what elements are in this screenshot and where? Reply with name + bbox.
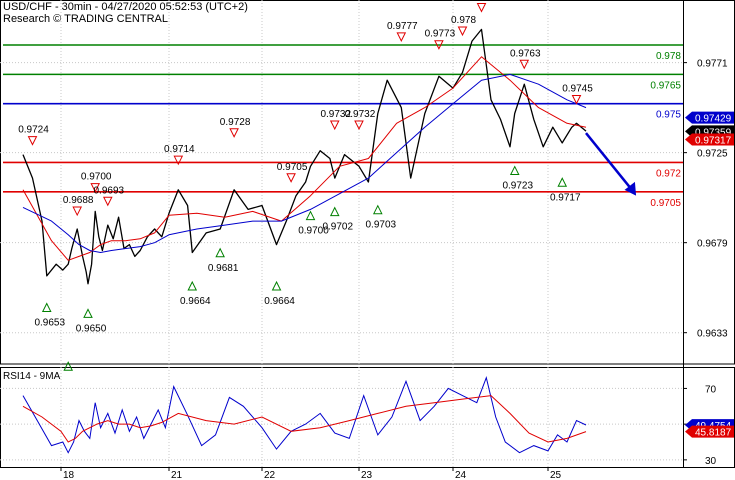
- swing-low-label: 0.9650: [76, 323, 107, 334]
- swing-high-label: 0.9693: [94, 185, 125, 196]
- swing-low-marker: [215, 247, 225, 258]
- swing-high-marker: [102, 196, 113, 207]
- x-tick-label: 23: [361, 470, 373, 480]
- swing-low-marker: [63, 361, 74, 371]
- rsi-y-tick-label: 30: [705, 456, 717, 467]
- swing-low-label: 0.9664: [264, 296, 295, 307]
- chart-title: USD/CHF - 30min - 04/27/2020 05:52:53 (U…: [3, 1, 248, 13]
- price-tag-label: 45.8187: [695, 428, 732, 439]
- swing-high-label: 0.9688: [63, 195, 94, 206]
- level-label: 0.9765: [650, 80, 681, 91]
- swing-low-label: 0.9653: [34, 318, 65, 329]
- swing-high-label: 0.9714: [164, 144, 195, 155]
- swing-high-marker: [457, 26, 468, 37]
- chart-canvas: 0.97710.97250.96790.96331821222324257050…: [0, 0, 735, 480]
- main-y-tick-label: 0.9725: [697, 149, 728, 160]
- x-tick-label: 25: [550, 470, 562, 480]
- swing-low-marker: [83, 308, 93, 318]
- price-tag-label: 0.97317: [695, 136, 732, 147]
- swing-high-label: 0.9773: [425, 29, 456, 40]
- swing-low-label: 0.9681: [208, 263, 239, 274]
- swing-high-marker: [396, 32, 407, 42]
- x-tick-label: 22: [264, 470, 276, 480]
- chart-subtitle: Research © TRADING CENTRAL: [3, 13, 168, 25]
- swing-low-marker: [271, 280, 282, 291]
- swing-high-marker: [286, 173, 296, 183]
- main-y-tick-label: 0.9771: [697, 59, 728, 70]
- swing-low-label: 0.9723: [502, 181, 533, 192]
- level-label: 0.972: [656, 168, 681, 179]
- level-label: 0.978: [656, 51, 681, 62]
- swing-high-marker: [72, 206, 83, 217]
- swing-low-label: 0.9717: [550, 192, 581, 203]
- swing-high-marker: [519, 59, 530, 70]
- swing-high-marker: [476, 3, 487, 13]
- swing-low-marker: [41, 302, 52, 313]
- swing-high-label: 0.9777: [387, 21, 418, 32]
- swing-low-label: 0.9703: [366, 220, 397, 231]
- rsi-y-tick-label: 70: [705, 384, 717, 395]
- rsi-panel-frame: [0, 367, 735, 468]
- swing-high-label: 0.9728: [220, 117, 251, 128]
- rsi-title: RSI14 - 9MA: [3, 371, 61, 382]
- swing-low-marker: [187, 280, 198, 291]
- series-price: [22, 28, 587, 285]
- swing-high-label: 0.9724: [18, 125, 49, 136]
- swing-high-marker: [229, 128, 239, 138]
- swing-low-marker: [509, 165, 520, 176]
- level-label: 0.9705: [650, 198, 681, 209]
- swing-high-marker: [354, 120, 364, 131]
- swing-low-label: 0.9702: [322, 222, 353, 233]
- swing-high-label: 0.9745: [562, 84, 593, 95]
- x-tick-label: 24: [455, 470, 467, 480]
- swing-low-marker: [557, 177, 568, 187]
- main-y-tick-label: 0.9679: [697, 239, 728, 250]
- series-rsi_ma: [22, 395, 587, 443]
- swing-low-label: 0.9664: [180, 296, 211, 307]
- swing-low-marker: [372, 204, 383, 215]
- swing-high-label: 0.9763: [510, 48, 541, 59]
- swing-low-marker: [329, 206, 340, 217]
- swing-low-marker: [305, 210, 316, 221]
- swing-high-label: 0.9732: [345, 109, 376, 120]
- x-tick-label: 21: [171, 470, 183, 480]
- main-y-tick-label: 0.9633: [697, 329, 728, 340]
- price-tag-label: 0.97429: [695, 114, 732, 125]
- series-rsi: [22, 376, 587, 454]
- level-label: 0.975: [656, 110, 681, 121]
- swing-high-label: 0.9700: [81, 172, 112, 183]
- swing-high-label: 0.9705: [277, 162, 308, 173]
- swing-high-marker: [27, 136, 38, 146]
- swing-high-label: 0.978: [451, 15, 476, 26]
- x-tick-label: 18: [63, 470, 75, 480]
- swing-high-marker: [329, 120, 340, 131]
